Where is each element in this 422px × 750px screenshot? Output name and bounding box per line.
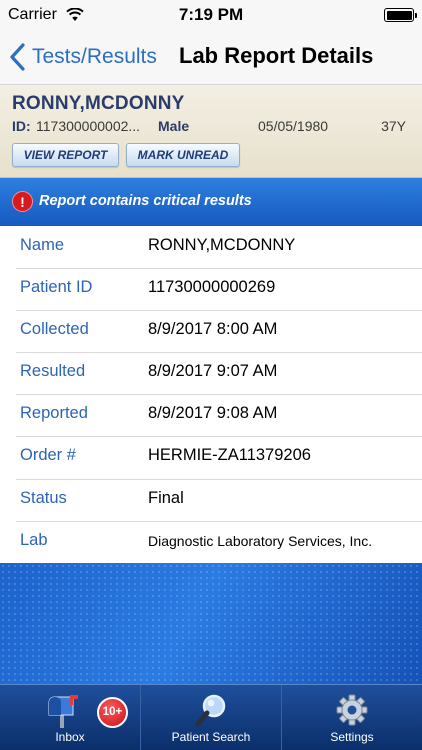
- background-pattern: [0, 563, 422, 684]
- back-button-label: Tests/Results: [32, 45, 157, 68]
- detail-row-order: Order # HERMIE-ZA11379206: [0, 436, 422, 478]
- detail-value: 11730000000269: [148, 278, 276, 297]
- patient-id-label: ID:: [12, 118, 31, 134]
- tab-settings-label: Settings: [330, 730, 374, 744]
- patient-age: 37Y: [381, 118, 406, 134]
- back-button[interactable]: Tests/Results: [6, 40, 157, 74]
- patient-dob: 05/05/1980: [258, 118, 329, 134]
- navigation-bar: Tests/Results Lab Report Details: [0, 30, 422, 85]
- detail-label: Order #: [20, 446, 76, 465]
- tab-patient-search-label: Patient Search: [171, 730, 251, 744]
- detail-label: Status: [20, 488, 67, 507]
- detail-row-reported: Reported 8/9/2017 9:08 AM: [0, 394, 422, 436]
- chevron-left-icon: [10, 43, 25, 71]
- detail-value: RONNY,MCDONNY: [148, 236, 296, 254]
- mailbox-icon: [48, 695, 78, 728]
- detail-value: HERMIE-ZA11379206: [148, 446, 311, 465]
- tab-inbox[interactable]: 10+ Inbox: [0, 685, 141, 750]
- gear-icon: [336, 694, 368, 726]
- detail-value: Diagnostic Laboratory Services, Inc.: [148, 532, 373, 549]
- detail-value: 8/9/2017 9:07 AM: [148, 362, 278, 381]
- detail-label: Resulted: [20, 362, 86, 381]
- detail-row-resulted: Resulted 8/9/2017 9:07 AM: [0, 352, 422, 394]
- patient-header: RONNY,MCDONNY ID: 117300000002... Male 0…: [0, 85, 422, 178]
- detail-label: Reported: [20, 404, 88, 423]
- tab-settings[interactable]: Settings: [282, 685, 422, 750]
- mark-unread-button[interactable]: MARK UNREAD: [126, 143, 240, 167]
- detail-value: Final: [148, 488, 184, 507]
- detail-row-name: Name RONNY,MCDONNY: [0, 226, 422, 268]
- patient-id-value: 117300000002...: [36, 118, 141, 134]
- detail-value: 8/9/2017 8:00 AM: [148, 320, 278, 339]
- view-report-button[interactable]: VIEW REPORT: [12, 143, 119, 167]
- tab-bar: 10+ Inbox Patient Search Settings: [0, 684, 422, 750]
- alert-icon: !: [12, 191, 33, 212]
- detail-label: Lab: [20, 530, 48, 549]
- report-details-list: Name RONNY,MCDONNY Patient ID 1173000000…: [0, 226, 422, 563]
- detail-label: Name: [20, 236, 65, 254]
- detail-label: Patient ID: [20, 278, 93, 297]
- detail-row-lab: Lab Diagnostic Laboratory Services, Inc.: [0, 520, 422, 563]
- tab-inbox-label: Inbox: [55, 730, 85, 744]
- magnifier-icon: [195, 694, 226, 727]
- detail-row-status: Status Final: [0, 478, 422, 521]
- page-title: Lab Report Details: [179, 43, 374, 68]
- inbox-badge: 10+: [97, 697, 128, 728]
- patient-name: RONNY,MCDONNY: [12, 93, 185, 114]
- tab-patient-search[interactable]: Patient Search: [141, 685, 282, 750]
- detail-row-patient-id: Patient ID 11730000000269: [0, 268, 422, 310]
- critical-results-banner: ! Report contains critical results: [0, 178, 422, 226]
- detail-label: Collected: [20, 320, 89, 339]
- status-bar: Carrier 7:19 PM: [0, 0, 422, 30]
- detail-value: 8/9/2017 9:08 AM: [148, 404, 278, 423]
- patient-sex: Male: [158, 118, 190, 134]
- clock: 7:19 PM: [178, 5, 244, 24]
- critical-results-text: Report contains critical results: [39, 193, 252, 209]
- detail-row-collected: Collected 8/9/2017 8:00 AM: [0, 310, 422, 352]
- battery-icon: [384, 8, 417, 22]
